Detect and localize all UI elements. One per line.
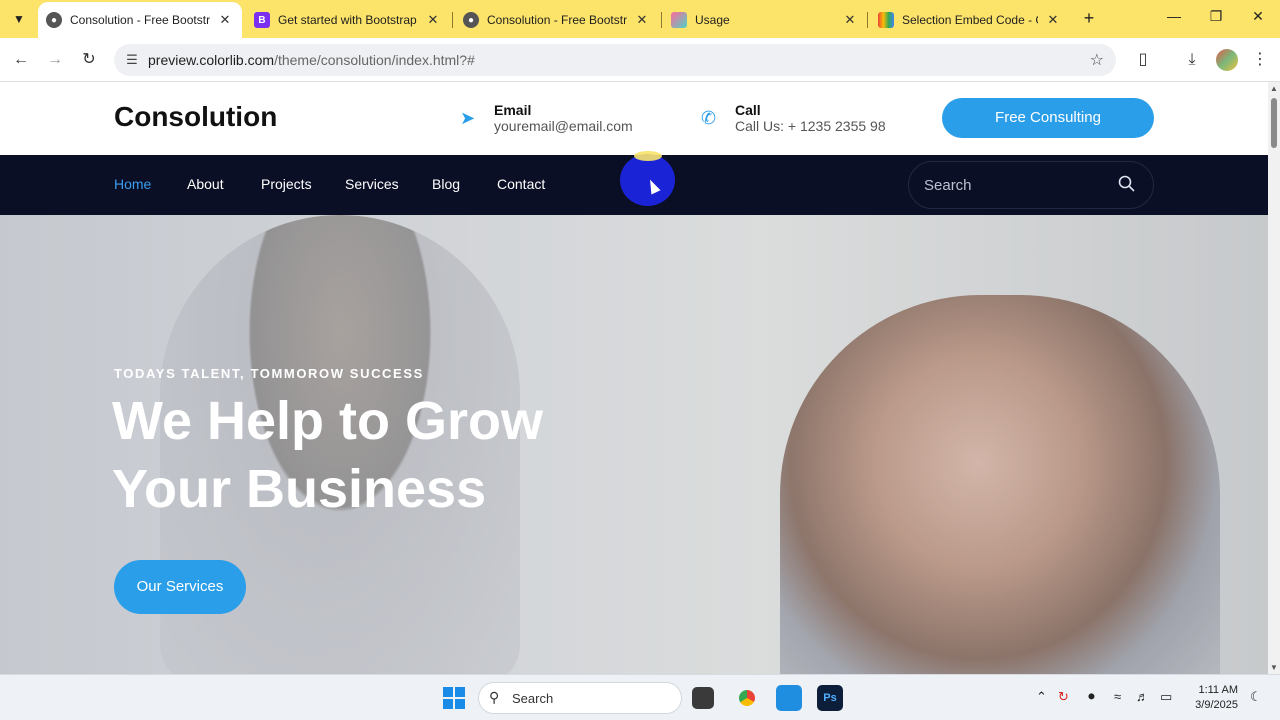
tab-title: Consolution - Free Bootstrap bbox=[70, 13, 210, 27]
email-label: Email bbox=[494, 102, 532, 118]
bootstrap-icon: B bbox=[254, 12, 270, 28]
tab-separator bbox=[867, 12, 868, 28]
tab-search-menu-button[interactable]: ▼ bbox=[6, 6, 32, 32]
browser-tab[interactable]: B Get started with Bootstrap · ✕ bbox=[246, 4, 450, 36]
hero-banner: TODAYS TALENT, TOMMOROW SUCCESS We Help … bbox=[0, 215, 1268, 674]
volume-icon[interactable]: ♬ bbox=[1136, 689, 1149, 704]
tab-title: Consolution - Free Bootstrap bbox=[487, 13, 627, 27]
globe-icon: ● bbox=[463, 12, 479, 28]
hero-title: We Help to Grow Your Business bbox=[112, 387, 712, 523]
google-icon bbox=[878, 12, 894, 28]
close-tab-icon[interactable]: ✕ bbox=[841, 12, 859, 28]
photoshop-icon[interactable]: Ps bbox=[817, 685, 843, 711]
free-consulting-button[interactable]: Free Consulting bbox=[942, 98, 1154, 138]
profile-avatar[interactable] bbox=[1216, 49, 1238, 71]
clock-time: 1:11 AM bbox=[1198, 684, 1238, 696]
tab-title: Usage bbox=[695, 13, 730, 27]
browser-tab[interactable]: ● Consolution - Free Bootstrap ✕ bbox=[38, 2, 242, 38]
microphone-icon[interactable]: ⚫ bbox=[1086, 689, 1097, 705]
chrome-icon[interactable] bbox=[734, 685, 760, 711]
nav-about[interactable]: About bbox=[187, 176, 224, 192]
notifications-icon[interactable]: ☾ bbox=[1250, 689, 1262, 705]
vscode-icon[interactable] bbox=[776, 685, 802, 711]
browser-tab-strip: ▼ ● Consolution - Free Bootstrap ✕ B Get… bbox=[0, 0, 1280, 38]
back-arrow-icon[interactable]: ← bbox=[10, 49, 32, 71]
tab-title: Get started with Bootstrap · bbox=[278, 13, 418, 27]
show-hidden-icons-chevron-icon[interactable]: ⌃ bbox=[1036, 689, 1047, 705]
call-contact: ✆ Call Call Us: + 1235 2355 98 bbox=[701, 102, 886, 134]
windows-start-icon[interactable] bbox=[443, 687, 465, 709]
phone-icon: ✆ bbox=[701, 108, 717, 128]
extensions-puzzle-icon[interactable]: ▯ bbox=[1132, 49, 1154, 71]
hero-title-line-2: Your Business bbox=[112, 459, 487, 519]
our-services-button[interactable]: Our Services bbox=[114, 560, 246, 614]
url-domain: preview.colorlib.com bbox=[148, 52, 275, 68]
site-header: Consolution ➤ Email youremail@email.com … bbox=[0, 82, 1268, 155]
close-tab-icon[interactable]: ✕ bbox=[424, 12, 442, 28]
cube-icon bbox=[671, 12, 687, 28]
clock-date: 3/9/2025 bbox=[1195, 699, 1238, 711]
close-window-button[interactable]: ✕ bbox=[1238, 8, 1278, 25]
system-clock[interactable]: 1:11 AM 3/9/2025 bbox=[1186, 683, 1238, 713]
nav-contact[interactable]: Contact bbox=[497, 176, 545, 192]
nav-projects[interactable]: Projects bbox=[261, 176, 312, 192]
taskbar-search-placeholder: Search bbox=[512, 691, 554, 706]
url-text[interactable]: preview.colorlib.com/theme/consolution/i… bbox=[148, 52, 475, 68]
hero-subtitle: TODAYS TALENT, TOMMOROW SUCCESS bbox=[114, 366, 424, 381]
url-path: /theme/consolution/index.html?# bbox=[274, 52, 475, 68]
nav-services[interactable]: Services bbox=[345, 176, 399, 192]
browser-tab[interactable]: Usage ✕ bbox=[663, 4, 867, 36]
tab-title: Selection Embed Code - Go bbox=[902, 13, 1038, 27]
reload-icon[interactable]: ↻ bbox=[78, 49, 100, 71]
close-tab-icon[interactable]: ✕ bbox=[216, 12, 234, 28]
close-tab-icon[interactable]: ✕ bbox=[1044, 12, 1062, 28]
search-icon: ⚲ bbox=[489, 689, 500, 705]
site-logo[interactable]: Consolution bbox=[114, 101, 277, 133]
wifi-icon[interactable]: ≈ bbox=[1114, 689, 1121, 704]
taskbar-search-box[interactable]: ⚲ Search bbox=[478, 682, 682, 714]
nav-home[interactable]: Home bbox=[114, 176, 151, 192]
close-tab-icon[interactable]: ✕ bbox=[633, 12, 651, 28]
restore-button[interactable]: ❐ bbox=[1196, 8, 1236, 25]
search-icon[interactable] bbox=[1117, 174, 1137, 194]
new-tab-button[interactable]: + bbox=[1078, 8, 1100, 29]
download-icon[interactable]: ⤓ bbox=[1181, 49, 1203, 71]
paper-plane-icon: ➤ bbox=[460, 108, 476, 128]
email-contact: ➤ Email youremail@email.com bbox=[460, 102, 633, 134]
call-value: Call Us: + 1235 2355 98 bbox=[735, 118, 886, 134]
more-menu-icon[interactable]: ⋮ bbox=[1249, 49, 1271, 71]
sync-icon[interactable]: ↻ bbox=[1058, 689, 1069, 705]
address-bar[interactable]: ☰ preview.colorlib.com/theme/consolution… bbox=[114, 44, 1116, 76]
minimize-button[interactable]: — bbox=[1154, 8, 1194, 24]
scrollbar-thumb[interactable] bbox=[1271, 98, 1277, 148]
hero-title-line-1: We Help to Grow bbox=[112, 391, 544, 451]
scroll-down-arrow-icon[interactable]: ▼ bbox=[1270, 663, 1278, 672]
email-value: youremail@email.com bbox=[494, 118, 633, 134]
task-view-icon[interactable] bbox=[692, 687, 714, 709]
browser-toolbar: ← → ↻ ☰ preview.colorlib.com/theme/conso… bbox=[0, 38, 1280, 82]
nav-blog[interactable]: Blog bbox=[432, 176, 460, 192]
browser-tab[interactable]: Selection Embed Code - Go ✕ bbox=[870, 4, 1070, 36]
scroll-up-arrow-icon[interactable]: ▲ bbox=[1270, 84, 1278, 93]
forward-arrow-icon[interactable]: → bbox=[44, 49, 66, 71]
search-placeholder: Search bbox=[924, 177, 972, 194]
bookmark-star-icon[interactable]: ☆ bbox=[1090, 50, 1104, 70]
tab-separator bbox=[661, 12, 662, 28]
browser-tab[interactable]: ● Consolution - Free Bootstrap ✕ bbox=[455, 4, 659, 36]
call-label: Call bbox=[735, 102, 761, 118]
site-search-input[interactable]: Search bbox=[908, 161, 1154, 209]
site-settings-icon[interactable]: ☰ bbox=[122, 50, 142, 70]
tab-separator bbox=[452, 12, 453, 28]
page-scrollbar[interactable]: ▲ ▼ bbox=[1268, 82, 1280, 674]
globe-icon: ● bbox=[46, 12, 62, 28]
windows-taskbar: ⚲ Search Ps ⌃ ↻ ⚫ ≈ ♬ ▭ 1:11 AM 3/9/2025… bbox=[0, 674, 1280, 720]
web-page-viewport: Consolution ➤ Email youremail@email.com … bbox=[0, 82, 1268, 674]
battery-icon[interactable]: ▭ bbox=[1160, 689, 1172, 705]
